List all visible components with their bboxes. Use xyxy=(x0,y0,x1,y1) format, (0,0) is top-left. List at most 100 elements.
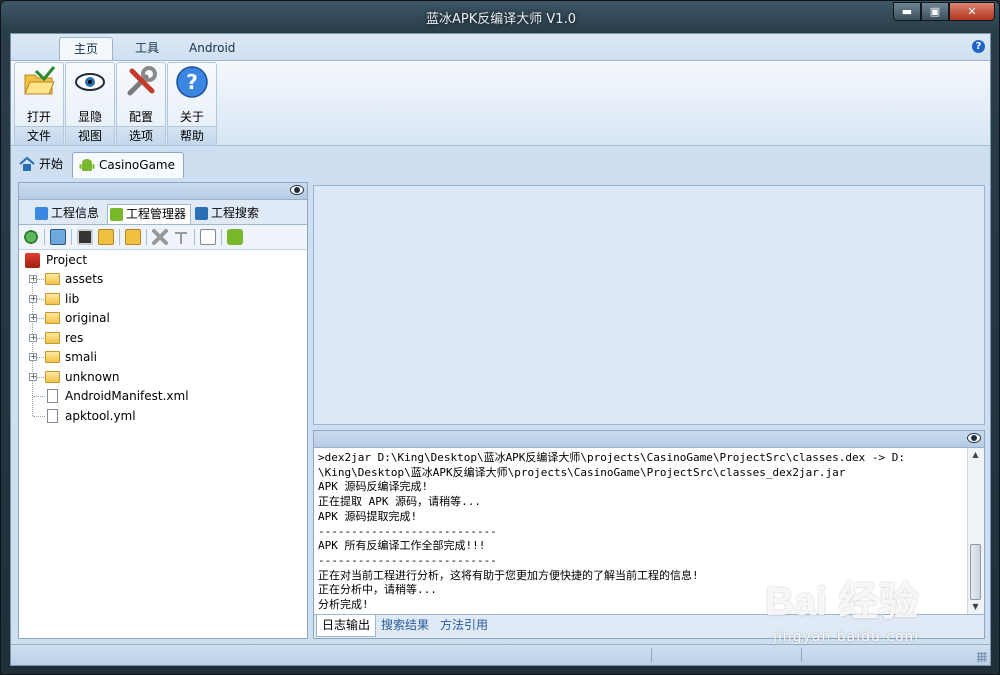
expand-toggle[interactable]: + xyxy=(29,275,37,283)
log-line: \King\Desktop\蓝冰APK反编译大师\projects\Casino… xyxy=(318,465,846,479)
log-panel: >dex2jar D:\King\Desktop\蓝冰APK反编译大师\proj… xyxy=(313,430,985,639)
about-button[interactable]: ? 关于 xyxy=(171,65,213,124)
folder-open-icon xyxy=(24,66,56,95)
project-icon xyxy=(25,253,40,268)
about-help-icon: ? xyxy=(176,66,208,98)
doc-tab-casinogame[interactable]: CasinoGame xyxy=(72,152,184,178)
editor-area[interactable] xyxy=(313,185,985,425)
tab-search-results[interactable]: 搜索结果 xyxy=(376,615,434,637)
svg-text:?: ? xyxy=(186,70,198,94)
android-tab-icon xyxy=(110,208,123,221)
tab-project-info[interactable]: 工程信息 xyxy=(33,204,103,224)
log-line: 正在提取 APK 源码，请稍等... xyxy=(318,495,481,509)
log-line: --------------------------- xyxy=(318,524,497,538)
about-button-label: 关于 xyxy=(179,110,204,124)
log-panel-header xyxy=(314,431,984,448)
ribbon: 打开 文件 显隐 视图 配置 选项 ? 关于 帮助 xyxy=(11,60,990,146)
folder-icon xyxy=(45,312,60,324)
terminal-icon[interactable] xyxy=(77,229,93,245)
group-label-file: 文件 xyxy=(15,126,63,145)
tab-tools[interactable]: 工具 xyxy=(121,37,173,60)
tab-project-search[interactable]: 工程搜索 xyxy=(193,204,263,224)
ribbon-group-help: ? 关于 帮助 xyxy=(167,62,217,146)
ribbon-tabs: 主页 工具 Android ? xyxy=(11,34,990,60)
window-title: 蓝冰APK反编译大师 V1.0 xyxy=(426,12,576,27)
search-icon xyxy=(195,207,208,220)
log-scrollbar[interactable]: ▲ ▼ xyxy=(967,448,984,614)
doc-tab-start-label: 开始 xyxy=(39,157,64,171)
open-button-label: 打开 xyxy=(26,110,51,124)
config-button[interactable]: 配置 xyxy=(120,65,162,124)
log-output[interactable]: >dex2jar D:\King\Desktop\蓝冰APK反编译大师\proj… xyxy=(318,451,964,613)
log-line: 正在对当前工程进行分析，这将有助于您更加方便快捷的了解当前工程的信息! xyxy=(318,568,699,582)
resize-grip-icon[interactable] xyxy=(977,652,987,662)
panel-eye-icon[interactable] xyxy=(290,185,304,195)
folder-search-icon[interactable] xyxy=(98,229,114,245)
group-label-view: 视图 xyxy=(66,126,114,145)
image-icon[interactable] xyxy=(50,229,66,245)
tree-item-label: unknown xyxy=(65,369,120,384)
status-divider xyxy=(801,648,802,662)
project-toolbar xyxy=(19,225,307,250)
status-divider xyxy=(651,648,652,662)
log-line: --------------------------- xyxy=(318,553,497,567)
expand-toggle[interactable]: + xyxy=(29,314,37,322)
tools-icon xyxy=(127,66,157,96)
group-label-help: 帮助 xyxy=(168,126,216,145)
info-icon xyxy=(35,207,48,220)
tab-log-output[interactable]: 日志输出 xyxy=(316,615,377,637)
log-eye-icon[interactable] xyxy=(967,433,981,443)
scroll-thumb[interactable] xyxy=(970,544,981,600)
log-line: 正在分析中，请稍等... xyxy=(318,583,437,597)
rename-icon[interactable] xyxy=(173,229,189,245)
tab-method-references[interactable]: 方法引用 xyxy=(435,615,493,637)
tree-connector xyxy=(33,396,45,397)
log-line: 分析完成! xyxy=(318,598,369,612)
window-controls: ▬ ▣ ✕ xyxy=(893,2,995,22)
folder-icon[interactable] xyxy=(125,229,141,245)
tree-item-label: assets xyxy=(65,272,104,286)
folder-icon xyxy=(45,292,60,305)
tab-home[interactable]: 主页 xyxy=(59,37,114,60)
cut-icon[interactable] xyxy=(152,229,168,245)
panel-header xyxy=(19,183,307,200)
toolbar-separator xyxy=(221,229,222,245)
expand-toggle[interactable]: + xyxy=(29,353,37,361)
group-label-options: 选项 xyxy=(117,126,165,145)
doc-tab-casinogame-label: CasinoGame xyxy=(99,158,175,172)
home-icon xyxy=(19,156,35,171)
scroll-up-icon[interactable]: ▲ xyxy=(968,448,983,462)
open-button[interactable]: 打开 xyxy=(18,65,60,124)
config-button-label: 配置 xyxy=(128,110,153,124)
log-line: >dex2jar D:\King\Desktop\蓝冰APK反编译大师\proj… xyxy=(318,451,905,464)
scroll-down-icon[interactable]: ▼ xyxy=(968,600,983,614)
app-window: 蓝冰APK反编译大师 V1.0 ▬ ▣ ✕ 主页 工具 Android ? 打开… xyxy=(0,0,1000,675)
title-bar[interactable]: 蓝冰APK反编译大师 V1.0 ▬ ▣ ✕ xyxy=(1,1,1000,33)
minimize-button[interactable]: ▬ xyxy=(893,2,921,21)
expand-toggle[interactable]: + xyxy=(29,294,37,303)
close-button[interactable]: ✕ xyxy=(949,2,995,21)
tree-item-label: lib xyxy=(65,291,80,306)
tab-project-manager[interactable]: 工程管理器 xyxy=(107,204,192,224)
doc-tab-start[interactable]: 开始 xyxy=(13,152,71,178)
log-tabs: 日志输出 搜索结果 方法引用 xyxy=(314,614,984,638)
tree-item-label: original xyxy=(65,311,110,325)
toolbar-separator xyxy=(146,229,147,245)
ribbon-group-file: 打开 文件 xyxy=(14,62,64,146)
toggle-visibility-button[interactable]: 显隐 xyxy=(69,65,111,124)
refresh-icon[interactable] xyxy=(23,229,39,245)
maximize-button[interactable]: ▣ xyxy=(921,2,949,21)
android-icon xyxy=(79,159,95,171)
help-icon[interactable]: ? xyxy=(972,40,985,53)
log-line: APK 源码反编译完成! xyxy=(318,480,429,494)
expand-toggle[interactable]: + xyxy=(29,372,37,381)
folder-icon xyxy=(45,351,60,363)
tree-root-label: Project xyxy=(46,253,88,267)
text-file-icon[interactable] xyxy=(200,229,216,245)
tab-android[interactable]: Android xyxy=(175,37,249,60)
android-build-icon[interactable] xyxy=(227,229,243,245)
toolbar-separator xyxy=(119,229,120,245)
folder-icon xyxy=(45,331,60,344)
expand-toggle[interactable]: + xyxy=(29,333,37,342)
tree-item-label: AndroidManifest.xml xyxy=(65,389,189,403)
